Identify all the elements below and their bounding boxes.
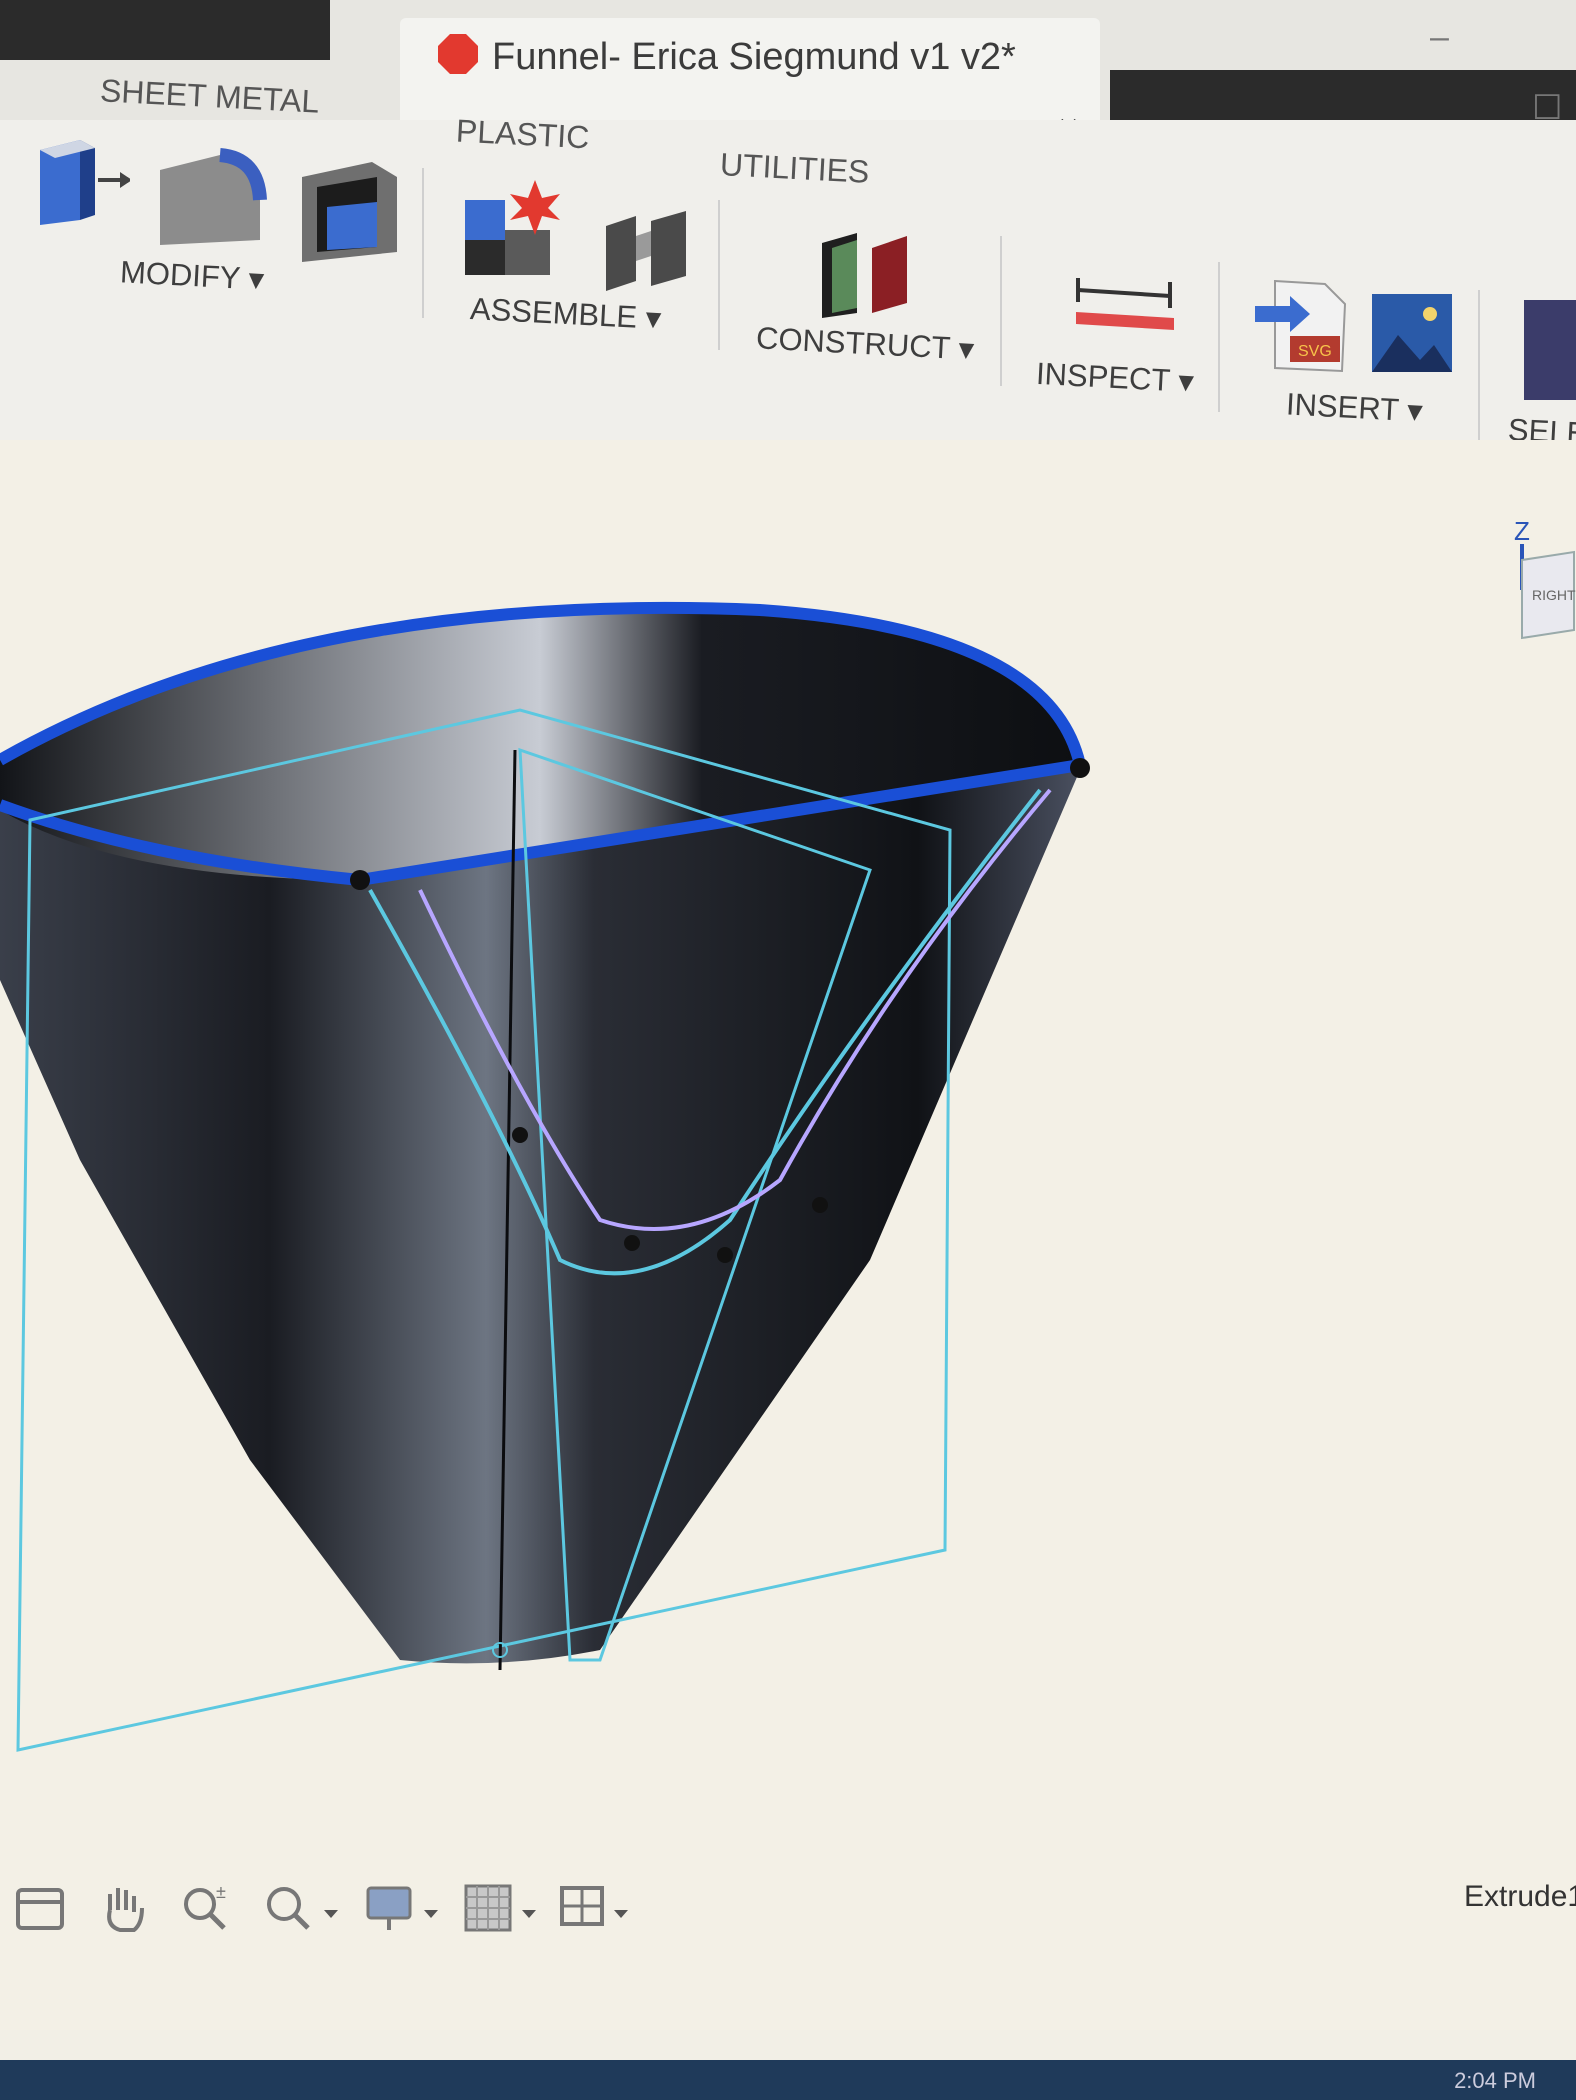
insert-image-icon[interactable] bbox=[1368, 290, 1458, 380]
funnel-model[interactable] bbox=[0, 560, 1100, 1760]
sketch-point[interactable] bbox=[1070, 758, 1090, 778]
fillet-icon[interactable] bbox=[150, 140, 270, 250]
tab-utilities[interactable]: UTILITIES bbox=[719, 146, 870, 191]
ribbon-separator bbox=[718, 200, 720, 350]
insert-svg-icon[interactable]: SVG bbox=[1250, 276, 1350, 376]
offset-plane-icon[interactable] bbox=[812, 218, 922, 318]
browser-icon[interactable] bbox=[12, 1880, 68, 1936]
document-status-icon bbox=[438, 34, 478, 74]
ribbon-separator bbox=[422, 168, 424, 318]
timeline-feature-label[interactable]: Extrude1 bbox=[1464, 1880, 1576, 1914]
viewports-icon[interactable] bbox=[556, 1880, 646, 1936]
sketch-point[interactable] bbox=[512, 1127, 528, 1143]
grid-settings-icon[interactable] bbox=[460, 1880, 550, 1936]
sketch-point[interactable] bbox=[717, 1247, 733, 1263]
ribbon-separator bbox=[1218, 262, 1220, 412]
viewcube-z-axis: Z bbox=[1514, 520, 1530, 546]
zoom-icon[interactable]: ± bbox=[178, 1880, 234, 1936]
joint-icon[interactable] bbox=[596, 196, 696, 296]
taskbar-clock: 2:04 PM bbox=[1454, 2068, 1536, 2093]
pan-hand-icon[interactable] bbox=[96, 1880, 152, 1936]
funnel-body bbox=[0, 742, 1080, 1664]
svg-badge: SVG bbox=[1298, 343, 1332, 360]
viewcube[interactable]: Z RIGHT bbox=[1514, 520, 1576, 650]
minimize-button[interactable]: – bbox=[1430, 18, 1449, 57]
svg-text:±: ± bbox=[216, 1882, 226, 1902]
sketch-point[interactable] bbox=[350, 870, 370, 890]
modify-menu[interactable]: MODIFY ▾ bbox=[119, 254, 265, 297]
insert-menu[interactable]: INSERT ▾ bbox=[1285, 386, 1423, 429]
new-component-icon[interactable] bbox=[460, 180, 570, 280]
document-title: Funnel- Erica Siegmund v1 v2* bbox=[492, 36, 1016, 78]
fit-zoom-icon[interactable] bbox=[262, 1880, 352, 1936]
press-pull-icon[interactable] bbox=[20, 130, 130, 230]
viewcube-face-label: RIGHT bbox=[1532, 587, 1576, 603]
sketch-point[interactable] bbox=[812, 1197, 828, 1213]
shell-icon[interactable] bbox=[292, 152, 402, 262]
measure-icon[interactable] bbox=[1070, 272, 1180, 332]
select-icon[interactable] bbox=[1524, 300, 1576, 400]
sketch-point[interactable] bbox=[624, 1235, 640, 1251]
tab-plastic[interactable]: PLASTIC bbox=[455, 113, 590, 157]
app-header-block bbox=[0, 0, 330, 60]
display-settings-icon[interactable] bbox=[362, 1880, 452, 1936]
ribbon-separator bbox=[1478, 290, 1480, 440]
taskbar bbox=[0, 2060, 1576, 2100]
ribbon-separator bbox=[1000, 236, 1002, 386]
